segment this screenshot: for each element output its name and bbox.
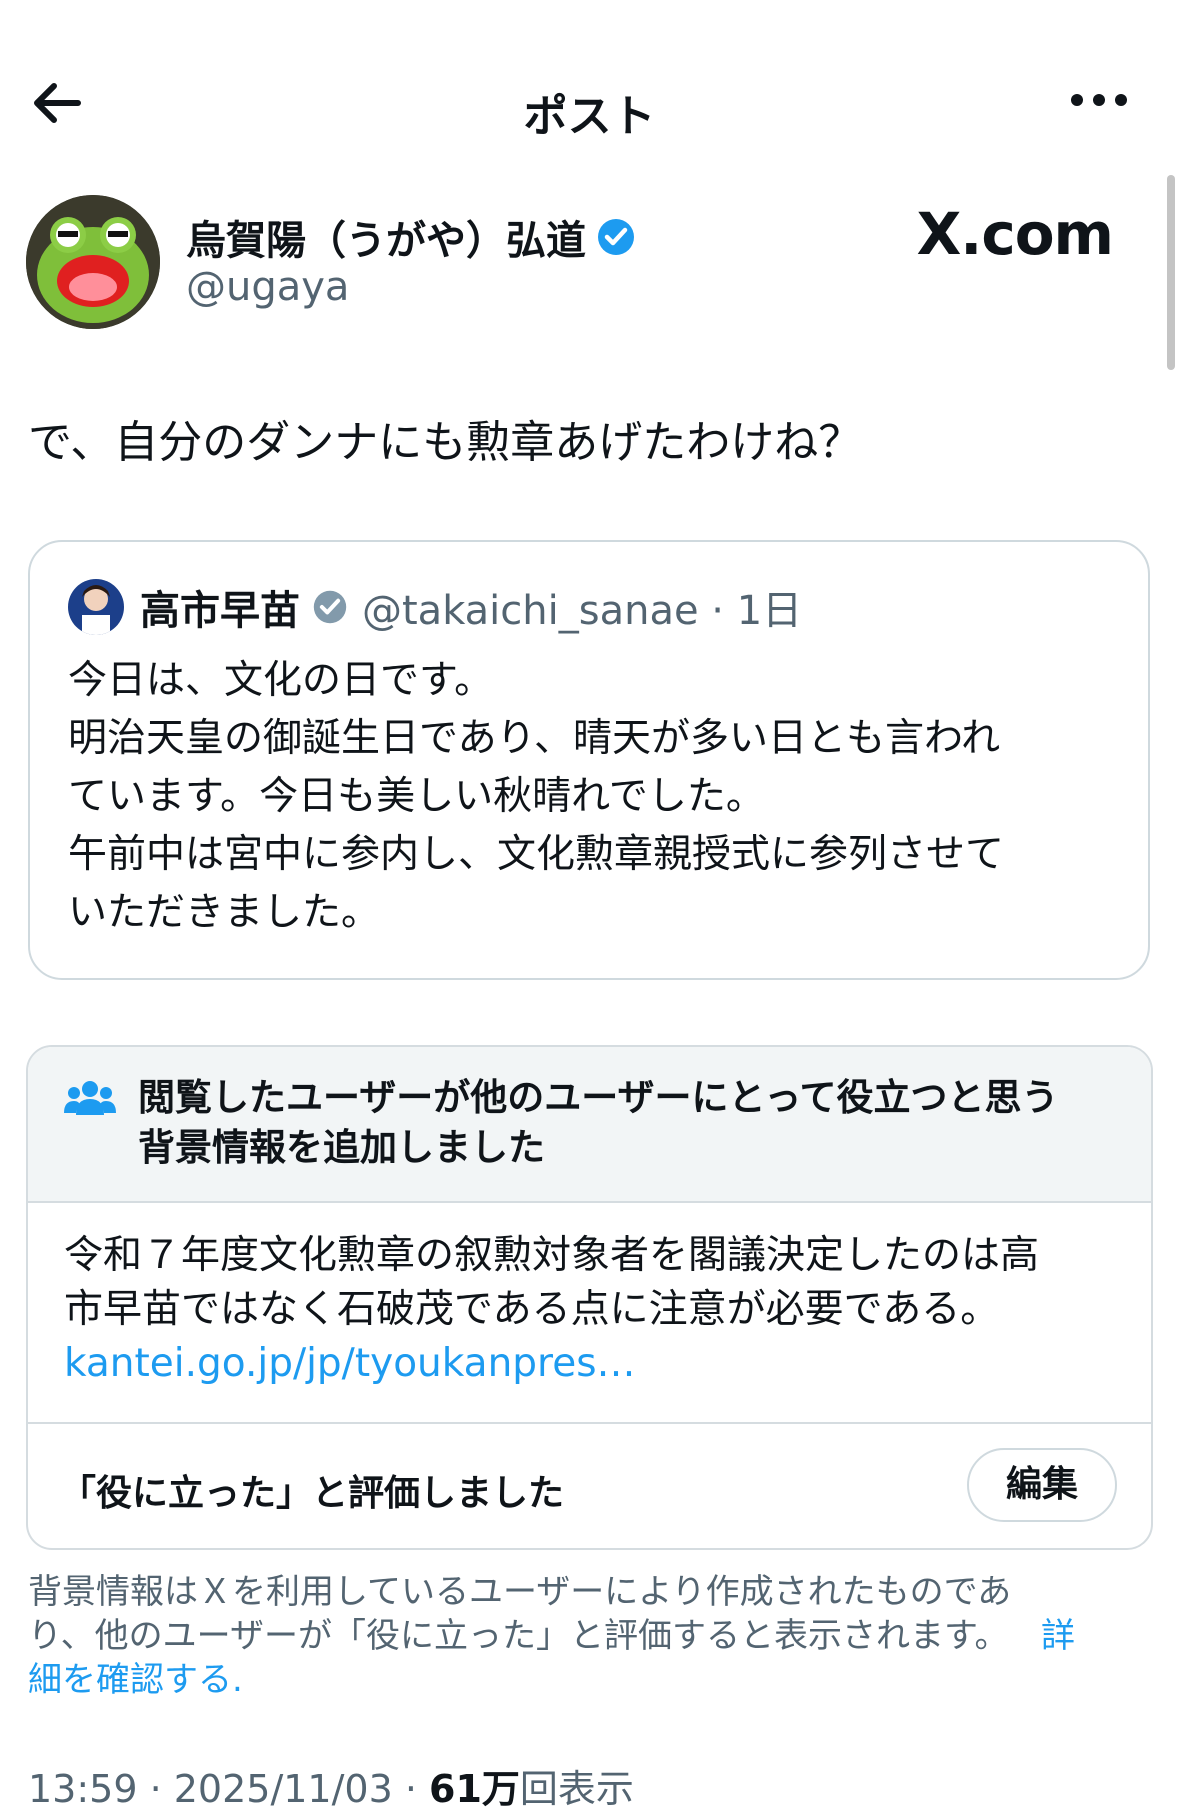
learn-more-period: . [232,1660,243,1700]
author-avatar[interactable] [26,195,160,329]
quoted-line: 今日は、文化の日です。 [68,658,494,703]
author-name-row[interactable]: 烏賀陽（うがや）弘道 [186,208,636,266]
x-watermark: X.com [916,200,1114,268]
note-heading-line: 閲覧したユーザーが他のユーザーにとって役立つと思う [138,1076,1059,1119]
learn-more-link[interactable]: 細を確認する [28,1660,232,1700]
community-note-body: 令和７年度文化勲章の叙勲対象者を閣議決定したのは高 市早苗ではなく石破茂である点… [64,1229,1039,1391]
quoted-line: ています。今日も美しい秋晴れでした。 [68,774,765,819]
note-source-link[interactable]: kantei.go.jp/jp/tyoukanpres… [64,1337,1039,1391]
scrollbar[interactable] [1167,175,1175,370]
quoted-post-header: 高市早苗 @takaichi_sanae · 1日 [68,578,802,636]
quoted-author-name: 高市早苗 [140,588,300,634]
more-options-button[interactable] [1069,90,1139,130]
verified-badge-icon [313,590,347,624]
verified-badge-icon [598,219,634,255]
quoted-line: 明治天皇の御誕生日であり、晴天が多い日とも言われ [68,716,1001,761]
view-count[interactable]: 61万 [429,1767,520,1811]
people-icon [64,1081,116,1115]
top-bar: ポスト [0,0,1179,220]
author-name: 烏賀陽（うがや）弘道 [186,218,586,264]
edit-rating-button[interactable]: 編集 [967,1448,1117,1522]
note-text-line: 令和７年度文化勲章の叙勲対象者を閣議決定したのは高 [64,1233,1040,1278]
frog-avatar-image [26,195,160,329]
disclaimer-line: 背景情報はＸを利用しているユーザーにより作成されたものであ [28,1572,1012,1612]
note-text-line: 市早苗ではなく石破茂である点に注意が必要である。 [64,1287,1000,1332]
community-note-header: 閲覧したユーザーが他のユーザーにとって役立つと思う 背景情報を追加しました [28,1047,1151,1203]
quoted-post[interactable]: 高市早苗 @takaichi_sanae · 1日 今日は、文化の日です。 明治… [28,540,1150,980]
learn-more-link-start[interactable]: 詳 [1041,1616,1075,1656]
quoted-line: 午前中は宮中に参内し、文化勲章親授式に参列させて [68,832,1005,877]
quoted-line: いただきました。 [68,890,381,935]
view-label: 回表示 [519,1767,634,1811]
disclaimer-line: り、他のユーザーが「役に立った」と評価すると表示されます。 [28,1616,1009,1656]
more-horizontal-icon [1071,94,1127,106]
portrait-avatar-image [68,579,124,635]
post-meta: 13:59 · 2025/11/03 · 61万回表示 [28,1758,634,1813]
rated-helpful-text: 「役に立った」と評価しました [60,1473,565,1514]
note-disclaimer: 背景情報はＸを利用しているユーザーにより作成されたものであ り、他のユーザーが「… [28,1570,1138,1702]
page-title: ポスト [523,91,656,142]
quoted-author-avatar[interactable] [68,579,124,635]
community-note-footer: 「役に立った」と評価しました 編集 [28,1422,1151,1548]
post-timestamp: 13:59 · 2025/11/03 · [28,1767,430,1811]
community-note: 閲覧したユーザーが他のユーザーにとって役立つと思う 背景情報を追加しました 令和… [26,1045,1153,1550]
note-heading-line: 背景情報を追加しました [138,1126,545,1169]
author-handle[interactable]: @ugaya [186,264,349,310]
quoted-post-text: 今日は、文化の日です。 明治天皇の御誕生日であり、晴天が多い日とも言われ ていま… [68,652,1108,942]
post-text: で、自分のダンナにも勲章あげたわけね？ [28,417,863,468]
quoted-handle-time: @takaichi_sanae · 1日 [362,588,803,634]
